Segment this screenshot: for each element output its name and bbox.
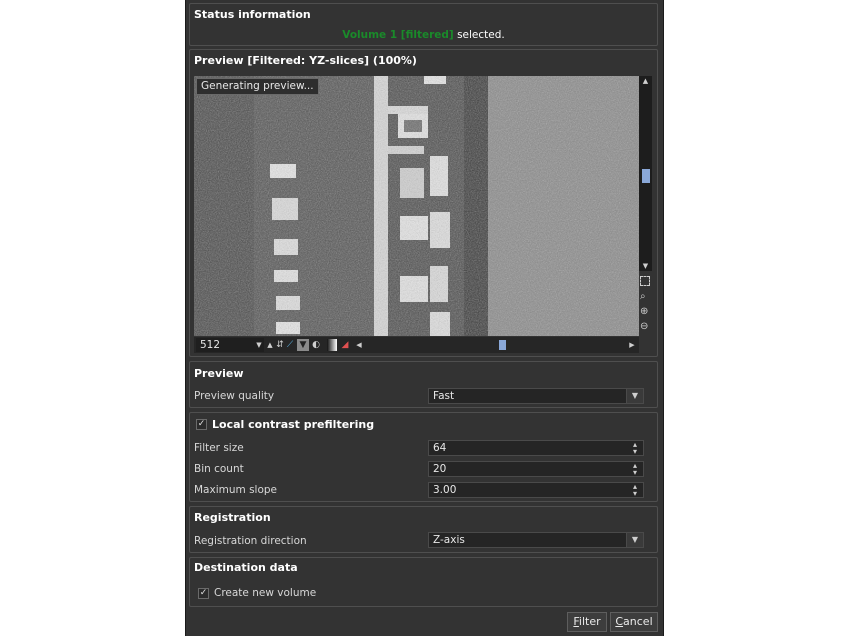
scroll-thumb[interactable]	[642, 169, 650, 183]
zoom-fit-icon[interactable]	[640, 276, 650, 286]
ct-slice-image	[194, 76, 639, 336]
slice-number: 512	[200, 339, 221, 351]
preview-settings-panel: Preview Preview quality Fast ▼	[189, 361, 658, 408]
chevron-down-icon[interactable]: ▼	[626, 533, 643, 547]
status-panel: Status information Volume 1 [filtered] s…	[189, 3, 658, 46]
status-title: Status information	[194, 8, 311, 21]
generating-preview-overlay: Generating preview...	[196, 78, 319, 95]
filter-size-label: Filter size	[194, 442, 244, 454]
preview-image[interactable]: Generating preview...	[194, 76, 639, 336]
scroll-up-icon[interactable]: ▲	[639, 77, 652, 85]
registration-panel: Registration Registration direction Z-ax…	[189, 506, 658, 553]
scroll-right-icon[interactable]: ▶	[627, 339, 637, 351]
preview-toolbar: 512 ▼ ▲ ⇵ ⟋ ▼ ◐ ◢ ◀ ▶	[194, 337, 639, 353]
dropdown-arrow-icon[interactable]: ▼	[254, 339, 264, 351]
destination-panel: Destination data ✓ Create new volume	[189, 557, 658, 607]
create-new-volume-label[interactable]: Create new volume	[214, 587, 316, 599]
horizontal-scroll-thumb[interactable]	[499, 340, 506, 350]
preview-vertical-scrollbar[interactable]: ▲ ▼	[639, 76, 652, 271]
bin-count-field[interactable]: 20 ▴ ▾	[428, 461, 644, 477]
step-icon[interactable]: ⇵	[275, 339, 285, 351]
grayscale-icon[interactable]	[327, 339, 337, 351]
spin-arrows-icon[interactable]: ▴ ▾	[628, 441, 642, 456]
preview-image-title: Preview [Filtered: YZ-slices] (100%)	[194, 54, 417, 67]
filter-dialog: Status information Volume 1 [filtered] s…	[185, 0, 664, 636]
preview-quality-value: Fast	[433, 390, 455, 402]
registration-title: Registration	[194, 511, 271, 524]
filter-button[interactable]: Filter	[567, 612, 607, 632]
registration-direction-label: Registration direction	[194, 535, 307, 547]
zoom-out-icon[interactable]: ⊖	[640, 321, 648, 332]
create-new-volume-checkbox[interactable]: ✓	[198, 588, 209, 599]
zoom-tools: ⌕ ⊕ ⊖	[639, 274, 652, 338]
max-slope-value: 3.00	[433, 484, 457, 496]
preview-settings-title: Preview	[194, 367, 244, 380]
status-suffix: selected.	[453, 29, 505, 41]
registration-direction-value: Z-axis	[433, 534, 465, 546]
line-profile-icon[interactable]: ⟋	[285, 339, 295, 351]
contrast-panel: ✓ Local contrast prefiltering Filter siz…	[189, 412, 658, 502]
bin-count-value: 20	[433, 463, 447, 475]
scroll-down-icon[interactable]: ▼	[639, 262, 652, 270]
status-message: Volume 1 [filtered] selected.	[190, 29, 657, 41]
scroll-left-icon[interactable]: ◀	[354, 339, 364, 351]
contrast-icon[interactable]: ◐	[311, 339, 321, 351]
zoom-icon[interactable]: ⌕	[640, 291, 646, 302]
filter-funnel-icon[interactable]: ▼	[297, 339, 309, 351]
contrast-enable-checkbox[interactable]: ✓	[196, 419, 207, 430]
max-slope-field[interactable]: 3.00 ▴ ▾	[428, 482, 644, 498]
preview-quality-select[interactable]: Fast ▼	[428, 388, 644, 404]
cancel-button[interactable]: Cancel	[610, 612, 658, 632]
spin-arrows-icon[interactable]: ▴ ▾	[628, 462, 642, 477]
registration-direction-select[interactable]: Z-axis ▼	[428, 532, 644, 548]
destination-title: Destination data	[194, 561, 298, 574]
bin-count-label: Bin count	[194, 463, 244, 475]
status-volume-name: Volume 1 [filtered]	[342, 29, 454, 41]
filter-size-value: 64	[433, 442, 447, 454]
contrast-title: Local contrast prefiltering	[212, 418, 375, 431]
chevron-down-icon[interactable]: ▼	[626, 389, 643, 403]
spin-arrows-icon[interactable]: ▴ ▾	[628, 483, 642, 498]
spin-up-icon[interactable]: ▲	[265, 339, 275, 351]
max-slope-label: Maximum slope	[194, 484, 278, 496]
filter-size-field[interactable]: 64 ▴ ▾	[428, 440, 644, 456]
preview-quality-label: Preview quality	[194, 390, 275, 402]
color-map-icon[interactable]: ◢	[340, 339, 350, 351]
zoom-in-icon[interactable]: ⊕	[640, 306, 648, 317]
